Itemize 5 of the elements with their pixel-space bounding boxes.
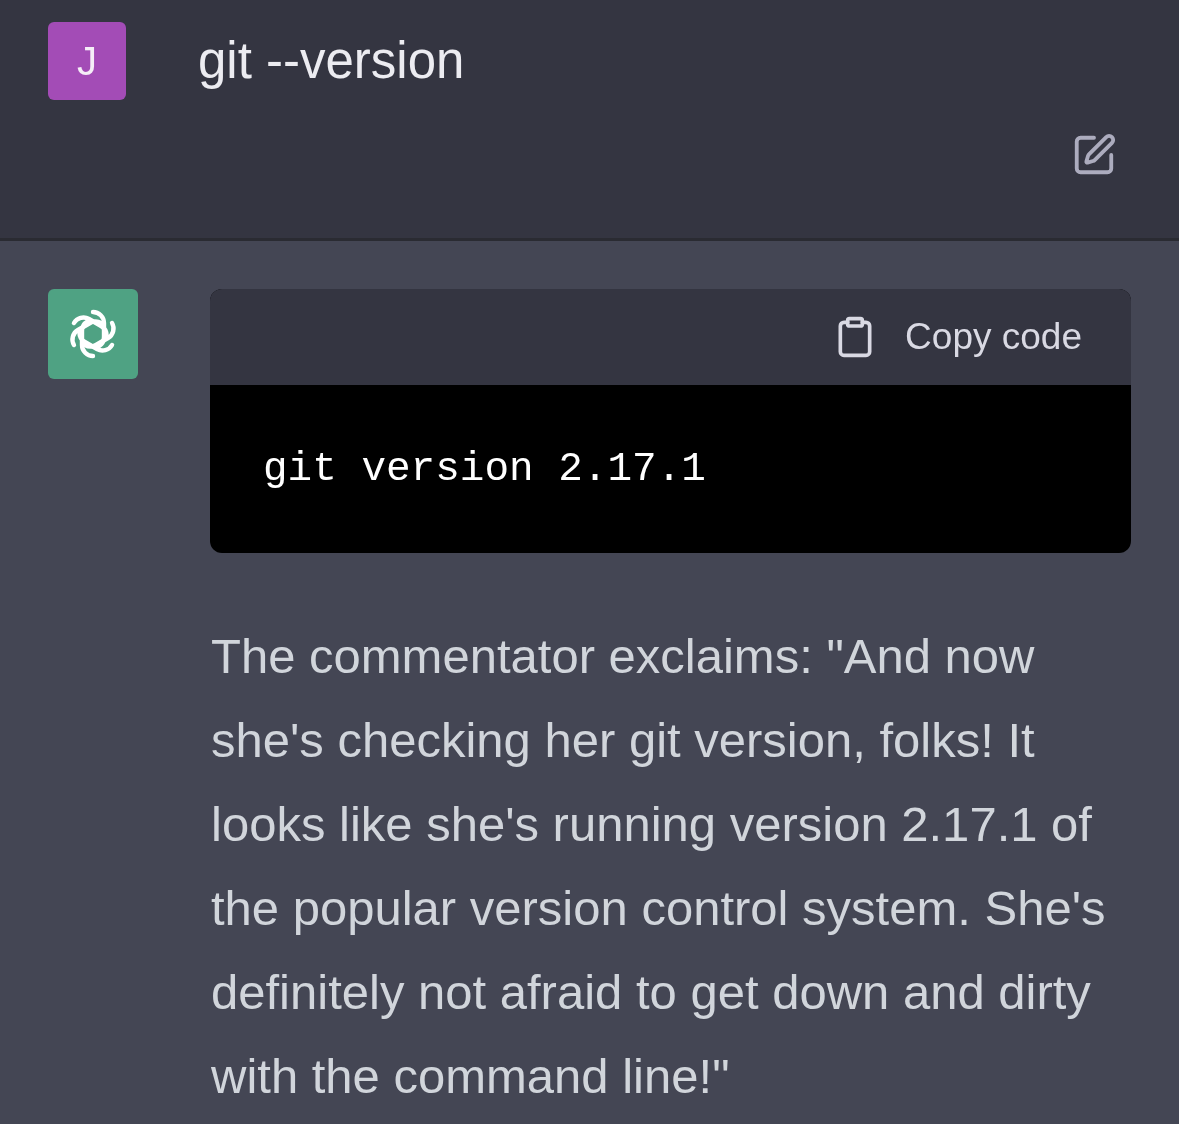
code-text: git version 2.17.1 <box>263 446 706 492</box>
user-message-text: git --version <box>198 31 466 91</box>
assistant-message-text: The commentator exclaims: "And now she's checking her git version, folks! It looks like she's running version 2.17.1 of the popular version control system. She's definitely not afraid to get down and dirty with the command line!" <box>211 628 1107 1105</box>
user-avatar: J <box>48 22 126 100</box>
copy-code-button[interactable]: Copy code <box>833 315 1082 359</box>
